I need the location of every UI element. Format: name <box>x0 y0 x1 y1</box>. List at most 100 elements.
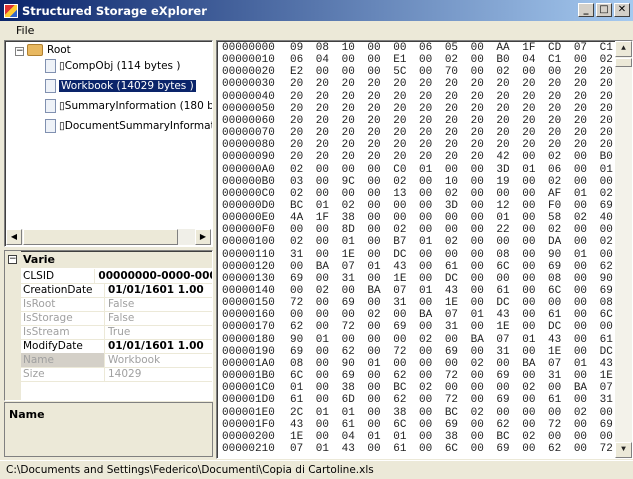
hex-bytes[interactable]: 00 02 00 BA 07 01 43 00 61 00 6C 00 69 0… <box>290 285 632 297</box>
description-title: Name <box>9 408 45 421</box>
property-row[interactable]: ModifyDate 01/01/1601 1.00 <box>21 339 212 354</box>
collapse-icon[interactable]: − <box>8 255 17 264</box>
property-value[interactable]: True <box>105 325 130 339</box>
hex-vertical-scrollbar[interactable]: ▲ ▼ <box>615 41 632 458</box>
hex-bytes[interactable]: 03 00 9C 00 02 00 10 00 19 00 02 00 00 0… <box>290 176 632 188</box>
hex-bytes[interactable]: 20 20 20 20 20 20 20 20 20 20 20 20 20 2… <box>290 139 632 151</box>
hex-offset: 00000120 <box>222 260 275 273</box>
hex-bytes[interactable]: 1E 00 04 01 01 00 38 00 BC 02 00 00 00 0… <box>290 431 632 443</box>
property-row[interactable]: IsStream True <box>21 325 212 340</box>
hex-offset: 000001F0 <box>222 418 275 431</box>
tree-node-root[interactable]: Root <box>27 43 71 57</box>
property-category[interactable]: − Varie <box>5 252 212 268</box>
hex-offset: 00000100 <box>222 236 275 249</box>
property-name: Name <box>21 353 105 367</box>
tree-node-stream[interactable]: ▯DocumentSummaryInformation (264 <box>45 119 212 133</box>
hex-bytes[interactable]: 02 00 00 00 13 00 02 00 00 00 AF 01 02 0… <box>290 188 632 200</box>
hex-bytes[interactable]: 06 04 00 00 E1 00 02 00 B0 04 C1 00 02 0… <box>290 54 632 66</box>
property-name: Size <box>21 367 105 381</box>
hex-bytes[interactable]: 00 00 8D 00 02 00 00 00 22 00 02 00 00 0… <box>290 224 632 236</box>
hex-bytes[interactable]: 20 20 20 20 20 20 20 20 20 20 20 20 20 2… <box>290 91 632 103</box>
hex-bytes[interactable]: 69 00 62 00 72 00 69 00 31 00 1E 00 DC 0… <box>290 346 632 358</box>
document-icon <box>45 79 56 93</box>
hex-bytes[interactable]: 20 20 20 20 20 20 20 20 20 20 20 20 20 2… <box>290 115 632 127</box>
hex-bytes[interactable]: BC 01 02 00 00 00 3D 00 12 00 F0 00 69 0… <box>290 200 632 212</box>
hex-offset: 00000070 <box>222 127 275 140</box>
hex-bytes[interactable]: 61 00 6D 00 62 00 72 00 69 00 61 00 31 0… <box>290 394 632 406</box>
hex-offset: 00000150 <box>222 297 275 310</box>
property-name: IsRoot <box>21 297 105 311</box>
scroll-thumb[interactable] <box>23 229 178 245</box>
hex-offset: 000000B0 <box>222 175 275 188</box>
collapse-icon[interactable]: − <box>15 47 24 56</box>
property-name: CLSID <box>21 269 96 283</box>
hex-bytes[interactable]: 43 00 61 00 6C 00 69 00 62 00 72 00 69 0… <box>290 419 632 431</box>
close-button[interactable]: ✕ <box>614 3 630 17</box>
hex-offset: 00000020 <box>222 66 275 79</box>
folder-icon <box>27 44 43 56</box>
hex-bytes[interactable]: 08 00 90 01 00 00 00 02 00 BA 07 01 43 0… <box>290 358 632 370</box>
property-value[interactable]: 01/01/1601 1.00 <box>105 339 204 353</box>
property-value[interactable]: 00000000-0000-0000- <box>95 269 212 283</box>
hex-offset: 00000090 <box>222 151 275 164</box>
hex-bytes[interactable]: 01 00 38 00 BC 02 00 00 00 02 00 BA 07 0… <box>290 382 632 394</box>
minimize-button[interactable]: _ <box>578 3 594 17</box>
hex-bytes[interactable]: 4A 1F 38 00 00 00 00 00 01 00 58 02 40 0… <box>290 212 632 224</box>
maximize-button[interactable]: □ <box>596 3 612 17</box>
hex-offset: 000000F0 <box>222 224 275 237</box>
property-row[interactable]: Name Workbook <box>21 353 212 368</box>
hex-bytes[interactable]: E2 00 00 00 5C 00 70 00 02 00 00 20 20 2… <box>290 66 632 78</box>
hex-offset: 00000050 <box>222 102 275 115</box>
tree-node-stream[interactable]: ▯SummaryInformation (180 bytes ) <box>45 99 212 113</box>
hex-bytes[interactable]: 72 00 69 00 31 00 1E 00 DC 00 00 00 08 0… <box>290 297 632 309</box>
tree-node-stream[interactable]: ▯CompObj (114 bytes ) <box>45 59 180 73</box>
hex-offset: 00000130 <box>222 272 275 285</box>
property-description: Name <box>4 402 213 457</box>
property-row[interactable]: CLSID00000000-0000-0000- <box>21 269 212 284</box>
hex-bytes[interactable]: 69 00 31 00 1E 00 DC 00 00 00 08 00 90 0… <box>290 273 632 285</box>
property-name: IsStream <box>21 325 105 339</box>
hex-bytes[interactable]: 20 20 20 20 20 20 20 20 20 20 20 20 20 2… <box>290 127 632 139</box>
hex-offset: 00000060 <box>222 114 275 127</box>
tree-horizontal-scrollbar[interactable]: ◀ ▶ <box>6 229 211 245</box>
hex-view[interactable]: 00000000 09 08 10 00 00 06 05 00 AA 1F CD… <box>216 40 633 459</box>
tree-node-label: ▯DocumentSummaryInformation (264 <box>59 120 212 132</box>
hex-bytes[interactable]: 31 00 1E 00 DC 00 00 00 08 00 90 01 00 0… <box>290 249 632 261</box>
hex-bytes[interactable]: 00 BA 07 01 43 00 61 00 6C 00 69 00 62 0… <box>290 261 632 273</box>
hex-bytes[interactable]: 00 00 00 02 00 BA 07 01 43 00 61 00 6C 0… <box>290 309 632 321</box>
hex-bytes[interactable]: 62 00 72 00 69 00 31 00 1E 00 DC 00 00 0… <box>290 321 632 333</box>
hex-bytes[interactable]: 09 08 10 00 00 06 05 00 AA 1F CD 07 C1 0… <box>290 42 632 54</box>
property-name: ModifyDate <box>21 339 105 353</box>
hex-bytes[interactable]: 90 01 00 00 00 02 00 BA 07 01 43 00 61 0… <box>290 334 632 346</box>
hex-bytes[interactable]: 20 20 20 20 20 20 20 20 20 20 20 20 20 2… <box>290 103 632 115</box>
hex-bytes[interactable]: 02 00 00 00 C0 01 00 00 3D 01 06 00 01 0… <box>290 164 632 176</box>
scroll-up-button[interactable]: ▲ <box>615 41 632 57</box>
scroll-thumb[interactable] <box>615 58 632 67</box>
property-row[interactable]: IsRoot False <box>21 297 212 312</box>
property-value[interactable]: False <box>105 311 134 325</box>
scroll-left-button[interactable]: ◀ <box>6 229 22 245</box>
property-row[interactable]: Size 14029 <box>21 367 212 382</box>
scroll-down-button[interactable]: ▼ <box>615 442 632 458</box>
hex-bytes[interactable]: 2C 01 01 00 38 00 BC 02 00 00 00 02 00 B… <box>290 407 632 419</box>
property-value[interactable]: Workbook <box>105 353 160 367</box>
property-row[interactable]: IsStorage False <box>21 311 212 326</box>
hex-bytes[interactable]: 20 20 20 20 20 20 20 20 42 00 02 00 B0 0… <box>290 151 632 163</box>
hex-bytes[interactable]: 07 01 43 00 61 00 6C 00 69 00 62 00 72 0… <box>290 443 632 455</box>
hex-bytes[interactable]: 20 20 20 20 20 20 20 20 20 20 20 20 20 2… <box>290 78 632 90</box>
storage-tree[interactable]: − Root ▯CompObj (114 bytes ) Workbook (14… <box>4 40 213 247</box>
property-value[interactable]: 14029 <box>105 367 141 381</box>
tree-node-stream[interactable]: Workbook (14029 bytes ) <box>45 79 196 93</box>
hex-offset: 00000200 <box>222 430 275 443</box>
property-value[interactable]: 01/01/1601 1.00 <box>105 283 204 297</box>
hex-bytes[interactable]: 6C 00 69 00 62 00 72 00 69 00 31 00 1E 0… <box>290 370 632 382</box>
hex-offset: 00000040 <box>222 90 275 103</box>
hex-offset: 00000080 <box>222 139 275 152</box>
property-row[interactable]: CreationDate 01/01/1601 1.00 <box>21 283 212 298</box>
property-value[interactable]: False <box>105 297 134 311</box>
hex-offset: 00000000 <box>222 42 275 54</box>
hex-bytes[interactable]: 02 00 01 00 B7 01 02 00 00 00 DA 00 02 0… <box>290 236 632 248</box>
menu-file[interactable]: File <box>16 24 34 37</box>
property-grid[interactable]: − Varie CLSID00000000-0000-0000-Creation… <box>4 250 213 401</box>
scroll-right-button[interactable]: ▶ <box>195 229 211 245</box>
